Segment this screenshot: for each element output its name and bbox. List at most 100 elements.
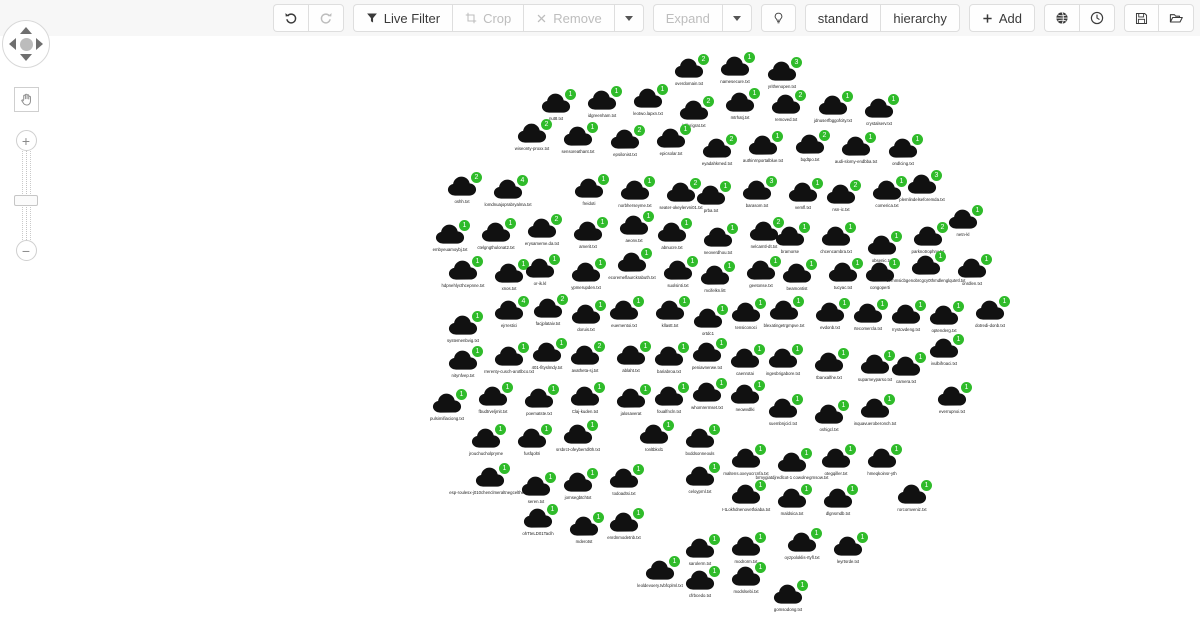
node-label: mtrhatj.txt	[730, 115, 750, 120]
node-label: ablaht.txt	[622, 368, 640, 373]
live-filter-button[interactable]: Live Filter	[352, 4, 453, 32]
add-button[interactable]: Add	[968, 4, 1035, 32]
node-count-badge: 1	[502, 382, 513, 393]
pan-right-icon[interactable]	[36, 38, 43, 50]
node-count-badge: 1	[877, 299, 888, 310]
node-label: seren.txt	[527, 499, 545, 504]
node-count-badge: 4	[518, 296, 529, 307]
node-label: fusfqoltri	[523, 451, 541, 456]
crop-button: Crop	[452, 4, 524, 32]
node-count-badge: 1	[681, 218, 692, 229]
node-label: semmsicbgenobrcgcy0thmdlenglqutetl.txt	[886, 278, 966, 283]
save-button[interactable]	[1124, 4, 1158, 32]
toolbar-group-add: Add	[968, 4, 1035, 32]
expand-button: Expand	[652, 4, 722, 32]
node-label: dlgnsmdb.txt	[825, 511, 851, 516]
node-count-badge: 1	[999, 296, 1010, 307]
pan-left-icon[interactable]	[9, 38, 16, 50]
node-label: overdomain.txt	[674, 81, 704, 86]
node-count-badge: 1	[793, 296, 804, 307]
node-count-badge: 1	[921, 480, 932, 491]
node-count-badge: 3	[791, 57, 802, 68]
node-count-badge: 1	[852, 258, 863, 269]
lightbulb-button[interactable]	[760, 4, 796, 32]
node-count-badge: 1	[896, 176, 907, 187]
node-label: netn-kl	[956, 232, 970, 237]
node-label: bqdtpo.txt	[800, 157, 820, 162]
node-label: ypmerupden.txt	[571, 285, 601, 290]
node-count-badge: 1	[640, 341, 651, 352]
expand-dropdown-button[interactable]	[721, 4, 752, 32]
node-count-badge: 1	[891, 444, 902, 455]
node-label: cfrbcedo.txt	[688, 593, 712, 598]
pan-compass[interactable]	[2, 20, 50, 68]
node-label: rrystovdeng.txt	[891, 327, 921, 332]
node-label: neowvdlki	[735, 407, 755, 412]
node-label: celoyprnl.txt	[688, 489, 712, 494]
undo-button[interactable]	[272, 4, 308, 32]
node-count-badge: 1	[838, 348, 849, 359]
node-count-badge: 1	[499, 463, 510, 474]
node-count-badge: 1	[749, 88, 760, 99]
node-count-badge: 1	[912, 134, 923, 145]
timeline-view-button[interactable]	[1079, 4, 1115, 32]
plus-icon-wrap	[982, 13, 993, 24]
node-label: crystalserv.txt	[866, 121, 892, 126]
node-count-badge: 1	[812, 178, 823, 189]
node-count-badge: 1	[716, 378, 727, 389]
node-label: yrithenopen.txt	[767, 84, 797, 89]
node-count-badge: 2	[557, 294, 568, 305]
layout-hierarchy-button[interactable]: hierarchy	[880, 4, 960, 32]
zoom-slider-handle[interactable]	[14, 195, 38, 207]
crop-icon	[465, 12, 477, 24]
node-count-badge: 1	[597, 217, 608, 228]
node-count-badge: 2	[541, 119, 552, 130]
node-label: erysameme.da.txt	[524, 241, 560, 246]
node-count-badge: 1	[865, 132, 876, 143]
node-label: leyrtsrde.txt	[836, 559, 860, 564]
node-count-badge: 1	[595, 258, 606, 269]
zoom-slider-track[interactable]	[14, 149, 38, 242]
zoom-out-button[interactable]: −	[15, 240, 37, 261]
node-label: whomrermset.txt	[691, 405, 723, 410]
node-label: 401-fityslmdy.txt	[531, 365, 563, 370]
node-count-badge: 1	[549, 254, 560, 265]
node-count-badge: 2	[937, 222, 948, 233]
remove-dropdown-button[interactable]	[613, 4, 644, 32]
layout-standard-button[interactable]: standard	[804, 4, 881, 32]
node-label: peniavnerwe.txt	[691, 365, 723, 370]
node-label: euementoi.txt	[611, 323, 637, 328]
node-label: modslsebi.txt	[733, 589, 759, 594]
pan-center-icon[interactable]	[19, 37, 33, 51]
node-count-badge: 1	[495, 424, 506, 435]
node-label: poematste.txt	[526, 411, 552, 416]
open-button[interactable]	[1158, 4, 1194, 32]
node-count-badge: 1	[541, 424, 552, 435]
graph-canvas[interactable]: 2 overdomain.txt 1 namesecure.txt 3 yrithen…	[0, 36, 1200, 621]
node-count-badge: 1	[680, 124, 691, 135]
node-count-badge: 1	[915, 300, 926, 311]
node-count-badge: 1	[717, 304, 728, 315]
node-count-badge: 1	[981, 254, 992, 265]
node-label: ortdc1	[702, 331, 714, 336]
crop-icon-wrap	[465, 12, 477, 24]
node-count-badge: 1	[953, 334, 964, 345]
node-label: fbudtrveljmit.txt	[478, 409, 508, 414]
node-label: leotwo.lapxn.txt	[633, 111, 663, 116]
zoom-in-button[interactable]: +	[15, 130, 37, 151]
toolbar-group-history	[272, 4, 344, 32]
live-filter-button-label: Live Filter	[383, 10, 441, 26]
x-icon-wrap	[536, 13, 547, 24]
pan-up-icon[interactable]	[20, 27, 32, 34]
hand-tool-button[interactable]	[13, 87, 39, 112]
node-label: foualfncln.txt	[656, 409, 682, 414]
globe-view-button[interactable]	[1044, 4, 1079, 32]
node-label: otegqiller.txt	[824, 471, 848, 476]
pan-down-icon[interactable]	[20, 54, 32, 61]
node-count-badge: 2	[471, 172, 482, 183]
node-label: esp-roulesx-j010chenclmeraltnegcelthecok	[449, 490, 531, 495]
node-label: lomdnuajoprabryalma.txt	[484, 202, 532, 207]
node-label: namesecure.txt	[720, 79, 750, 84]
node-count-badge: 1	[587, 468, 598, 479]
open-folder-icon-wrap	[1169, 11, 1183, 25]
